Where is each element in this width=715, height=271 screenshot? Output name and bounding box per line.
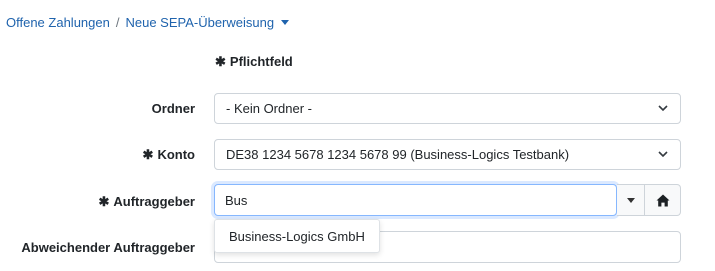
konto-label-text: Konto xyxy=(157,147,195,162)
required-star-icon: ✱ xyxy=(98,194,110,209)
breadcrumb-caret-down-icon[interactable] xyxy=(281,19,290,25)
ordner-label-text: Ordner xyxy=(151,101,195,116)
abweichender-label-text: Abweichender Auftraggeber xyxy=(21,240,195,255)
required-star-icon: ✱ xyxy=(215,54,226,69)
ordner-label: Ordner xyxy=(152,101,195,116)
autocomplete-suggestion[interactable]: Business-Logics GmbH xyxy=(214,219,380,253)
konto-select-value: DE38 1234 5678 1234 5678 99 (Business-Lo… xyxy=(226,147,570,162)
auftraggeber-dropdown-button[interactable] xyxy=(617,184,645,216)
caret-down-icon xyxy=(626,197,635,203)
breadcrumb-offene-zahlungen[interactable]: Offene Zahlungen xyxy=(6,15,110,30)
breadcrumb: Offene Zahlungen / Neue SEPA-Überweisung xyxy=(6,12,290,32)
abweichender-auftraggeber-label: Abweichender Auftraggeber xyxy=(21,240,195,255)
ordner-select[interactable]: - Kein Ordner - xyxy=(214,93,681,124)
auftraggeber-label-text: Auftraggeber xyxy=(113,194,195,209)
konto-label: ✱ Konto xyxy=(143,147,195,163)
suggestion-item-label: Business-Logics GmbH xyxy=(229,228,365,244)
auftraggeber-home-button[interactable] xyxy=(645,184,681,216)
chevron-down-icon xyxy=(658,151,668,158)
required-star-icon: ✱ xyxy=(142,147,154,162)
required-field-note: ✱ Pflichtfeld xyxy=(215,54,293,70)
chevron-down-icon xyxy=(658,105,668,112)
breadcrumb-separator: / xyxy=(115,14,120,30)
breadcrumb-neue-sepa-ueberweisung[interactable]: Neue SEPA-Überweisung xyxy=(125,15,274,30)
home-icon xyxy=(656,194,669,206)
auftraggeber-input[interactable] xyxy=(214,184,617,216)
required-note-text: Pflichtfeld xyxy=(229,54,293,69)
konto-select[interactable]: DE38 1234 5678 1234 5678 99 (Business-Lo… xyxy=(214,139,681,170)
ordner-select-value: - Kein Ordner - xyxy=(226,101,312,116)
auftraggeber-label: ✱ Auftraggeber xyxy=(98,194,195,210)
